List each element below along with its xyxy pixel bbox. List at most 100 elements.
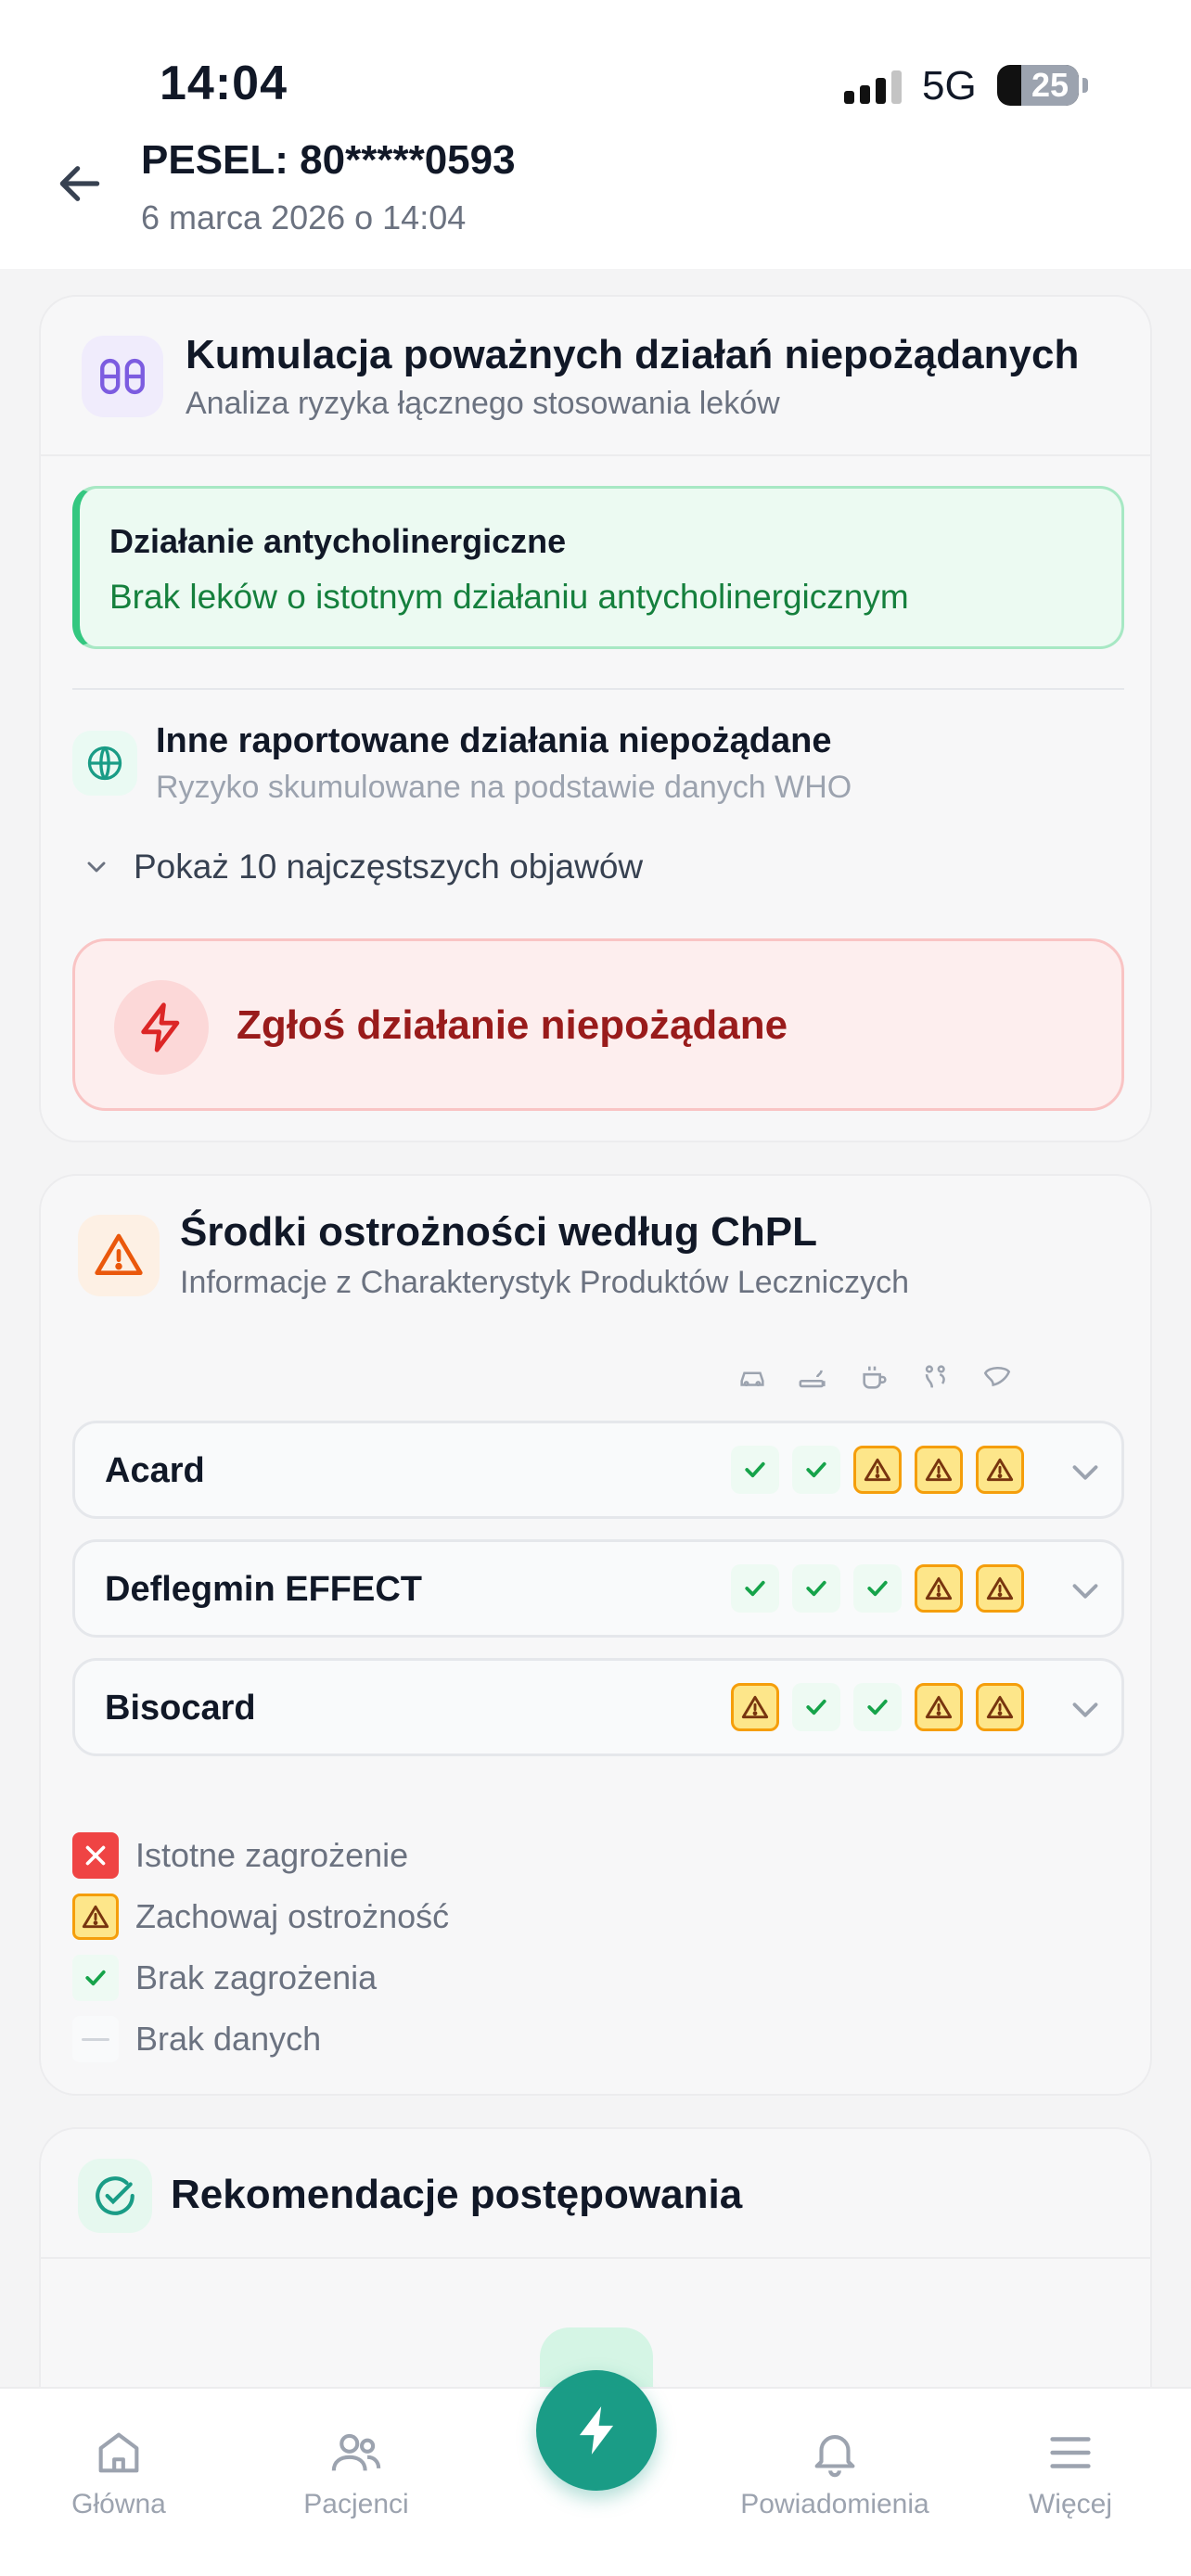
warning-icon [915, 1683, 963, 1731]
cumulation-title: Kumulacja poważnych działań niepożądanyc… [186, 332, 1080, 377]
bell-icon [814, 2435, 855, 2478]
smoking-icon [783, 1361, 844, 1393]
nav-label-patients: Pacjenci [303, 2489, 409, 2519]
check-icon [853, 1564, 902, 1613]
check-icon [731, 1564, 779, 1613]
anticholinergic-panel: Działanie antycholinergiczne Brak leków … [72, 486, 1124, 649]
divider [41, 2257, 1150, 2259]
battery-icon: 25 [997, 65, 1088, 106]
signal-icon [844, 70, 902, 104]
warning-icon [915, 1564, 963, 1613]
warning-icon [976, 1446, 1024, 1494]
precaution-cell [908, 1683, 969, 1731]
drug-name: Acard [105, 1451, 205, 1490]
cumulation-subtitle: Analiza ryzyka łącznego stosowania leków [186, 386, 780, 421]
chevron-down-icon [87, 861, 106, 873]
divider [41, 454, 1150, 456]
show-symptoms-toggle[interactable]: Pokaż 10 najczęstszych objawów [82, 848, 643, 886]
drug-row[interactable]: Bisocard [72, 1658, 1124, 1756]
precaution-cell [969, 1683, 1031, 1731]
check-circle-icon [78, 2159, 152, 2233]
report-adverse-button[interactable]: Zgłoś działanie niepożądane [72, 938, 1124, 1111]
warning-icon [853, 1446, 902, 1494]
drug-row[interactable]: Deflegmin EFFECT [72, 1539, 1124, 1638]
divider [72, 688, 1124, 690]
nav-item-home[interactable]: Główna [17, 2426, 221, 2520]
legend-label: Brak danych [135, 2020, 322, 2058]
anticholinergic-status: Brak leków o istotnym działaniu antychol… [109, 578, 909, 616]
globe-icon [72, 731, 137, 796]
check-icon [731, 1446, 779, 1494]
chevron-down-icon[interactable] [1064, 1689, 1107, 1731]
check-icon [792, 1446, 840, 1494]
nav-item-patients[interactable]: Pacjenci [254, 2426, 458, 2520]
check-icon [72, 1955, 119, 2001]
precaution-cell [786, 1564, 847, 1613]
warning-icon [976, 1564, 1024, 1613]
back-arrow-icon[interactable] [54, 158, 106, 210]
nav-label-more: Więcej [1028, 2489, 1112, 2519]
warning-icon [78, 1215, 160, 1296]
legend-item: Zachowaj ostrożność [72, 1894, 449, 1940]
menu-icon [1050, 2437, 1091, 2468]
precaution-cells [724, 1564, 1031, 1613]
show-symptoms-label: Pokaż 10 najczęstszych objawów [134, 848, 644, 886]
nav-item-notifications[interactable]: Powiadomienia [733, 2426, 937, 2520]
precaution-column-icons [722, 1361, 1028, 1393]
report-adverse-label: Zgłoś działanie niepożądane [237, 1002, 788, 1048]
precaution-cell [786, 1446, 847, 1494]
legend-label: Zachowaj ostrożność [135, 1897, 450, 1935]
precaution-cell [847, 1683, 908, 1731]
home-icon [98, 2432, 139, 2473]
lightning-icon [579, 2406, 614, 2455]
drug-row[interactable]: Acard [72, 1421, 1124, 1519]
precautions-subtitle: Informacje z Charakterystyk Produktów Le… [180, 1265, 910, 1300]
coffee-icon [844, 1361, 905, 1393]
nav-label-home: Główna [71, 2489, 166, 2519]
precaution-cell [724, 1564, 786, 1613]
precaution-cell [724, 1683, 786, 1731]
check-icon [792, 1683, 840, 1731]
legend-item: Brak zagrożenia [72, 1955, 377, 2001]
warning-icon [731, 1683, 779, 1731]
status-time: 14:04 [160, 57, 288, 110]
lightning-icon [114, 980, 209, 1075]
danger-icon [72, 1832, 119, 1879]
liver-icon [967, 1361, 1028, 1393]
chevron-down-icon[interactable] [1064, 1451, 1107, 1494]
drug-name: Deflegmin EFFECT [105, 1570, 423, 1609]
legend-item: Istotne zagrożenie [72, 1832, 408, 1879]
dash-icon [72, 2016, 119, 2062]
legend-item: Brak danych [72, 2016, 321, 2062]
pregnancy-icon [905, 1361, 967, 1393]
warning-icon [72, 1894, 119, 1940]
drug-name: Bisocard [105, 1689, 256, 1728]
who-title: Inne raportowane działania niepożądane [156, 721, 832, 760]
who-subtitle: Ryzyko skumulowane na podstawie danych W… [156, 770, 852, 805]
network-label: 5G [922, 63, 977, 108]
chevron-down-icon[interactable] [1064, 1570, 1107, 1613]
cumulation-card: Kumulacja poważnych działań niepożądanyc… [39, 295, 1152, 1142]
quick-action-button[interactable] [536, 2370, 657, 2491]
top-bar: 14:04 5G 25 PESEL: 80*****0593 6 marca 2… [0, 0, 1191, 269]
battery-level: 25 [1021, 65, 1079, 106]
pills-icon [82, 336, 163, 417]
precautions-title: Środki ostrożności według ChPL [180, 1209, 817, 1255]
precautions-card: Środki ostrożności według ChPL Informacj… [39, 1174, 1152, 2096]
precaution-cell [724, 1446, 786, 1494]
legend-label: Brak zagrożenia [135, 1958, 378, 1996]
users-icon [331, 2433, 381, 2471]
precaution-cells [724, 1683, 1031, 1731]
page-subtitle: 6 marca 2026 o 14:04 [141, 198, 467, 236]
check-icon [853, 1683, 902, 1731]
nav-label-notifications: Powiadomienia [740, 2489, 929, 2519]
nav-item-more[interactable]: Więcej [968, 2426, 1172, 2520]
check-icon [792, 1564, 840, 1613]
precaution-cell [847, 1446, 908, 1494]
legend-label: Istotne zagrożenie [135, 1836, 409, 1874]
precaution-cells [724, 1446, 1031, 1494]
precaution-cell [969, 1446, 1031, 1494]
precaution-cell [786, 1683, 847, 1731]
recommendations-title: Rekomendacje postępowania [171, 2172, 743, 2217]
precaution-cell [969, 1564, 1031, 1613]
